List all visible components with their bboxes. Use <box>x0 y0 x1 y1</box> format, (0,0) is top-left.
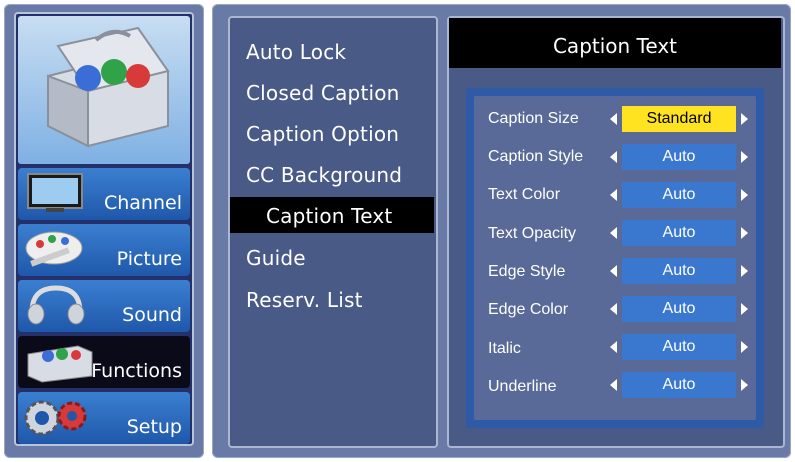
toolbox-icon <box>47 26 170 148</box>
row-label-text-opacity: Text Opacity <box>488 225 577 242</box>
right-arrow-icon[interactable] <box>741 189 748 201</box>
row-label-italic: Italic <box>488 340 521 357</box>
left-arrow-icon[interactable] <box>610 379 617 391</box>
nav-item-picture[interactable]: Picture <box>18 224 190 276</box>
nav-label-picture: Picture <box>116 248 182 270</box>
right-arrow-icon[interactable] <box>741 113 748 125</box>
row-label-edge-color: Edge Color <box>488 301 569 318</box>
nav-label-setup: Setup <box>126 416 182 438</box>
row-label-underline: Underline <box>488 378 557 395</box>
right-arrow-icon[interactable] <box>741 227 748 239</box>
right-arrow-icon[interactable] <box>741 303 748 315</box>
right-arrow-icon[interactable] <box>741 151 748 163</box>
nav-item-channel[interactable]: Channel <box>18 168 190 220</box>
left-arrow-icon[interactable] <box>610 265 617 277</box>
menu-item-reserv-list[interactable]: Reserv. List <box>246 288 363 312</box>
row-label-text-color: Text Color <box>488 186 561 203</box>
row-label-edge-style: Edge Style <box>488 263 566 280</box>
value-caption-size[interactable]: Standard <box>622 106 736 132</box>
palette-icon <box>25 231 83 267</box>
headphones-icon <box>27 285 85 325</box>
value-italic[interactable]: Auto <box>622 334 736 360</box>
functions-hero-image <box>18 16 190 164</box>
nav-label-channel: Channel <box>103 192 182 214</box>
menu-item-cc-background[interactable]: CC Background <box>246 163 402 187</box>
value-caption-style[interactable]: Auto <box>622 144 736 170</box>
tv-icon <box>27 173 83 212</box>
toolbox-icon <box>27 345 93 383</box>
nav-label-sound: Sound <box>122 304 182 326</box>
nav-label-functions: Functions <box>91 360 182 382</box>
nav-item-sound[interactable]: Sound <box>18 280 190 332</box>
value-text-color[interactable]: Auto <box>622 182 736 208</box>
row-label-caption-size: Caption Size <box>488 110 579 127</box>
menu-item-auto-lock[interactable]: Auto Lock <box>246 40 346 64</box>
right-arrow-icon[interactable] <box>741 265 748 277</box>
detail-title: Caption Text <box>552 34 678 58</box>
value-text-opacity[interactable]: Auto <box>622 220 736 246</box>
value-edge-color[interactable]: Auto <box>622 296 736 322</box>
left-arrow-icon[interactable] <box>610 341 617 353</box>
nav-item-functions[interactable]: Functions <box>18 336 190 388</box>
left-arrow-icon[interactable] <box>610 189 617 201</box>
gears-icon <box>24 400 87 436</box>
right-arrow-icon[interactable] <box>741 341 748 353</box>
left-arrow-icon[interactable] <box>610 113 617 125</box>
value-underline[interactable]: Auto <box>622 372 736 398</box>
menu-item-closed-caption[interactable]: Closed Caption <box>246 81 400 105</box>
nav-item-setup[interactable]: Setup <box>18 392 190 444</box>
right-arrow-icon[interactable] <box>741 379 748 391</box>
menu-item-guide[interactable]: Guide <box>246 246 306 270</box>
menu-item-caption-text[interactable]: Caption Text <box>266 204 392 228</box>
left-arrow-icon[interactable] <box>610 303 617 315</box>
row-label-caption-style: Caption Style <box>488 148 584 165</box>
value-edge-style[interactable]: Auto <box>622 258 736 284</box>
left-arrow-icon[interactable] <box>610 227 617 239</box>
left-arrow-icon[interactable] <box>610 151 617 163</box>
menu-item-caption-option[interactable]: Caption Option <box>246 122 399 146</box>
